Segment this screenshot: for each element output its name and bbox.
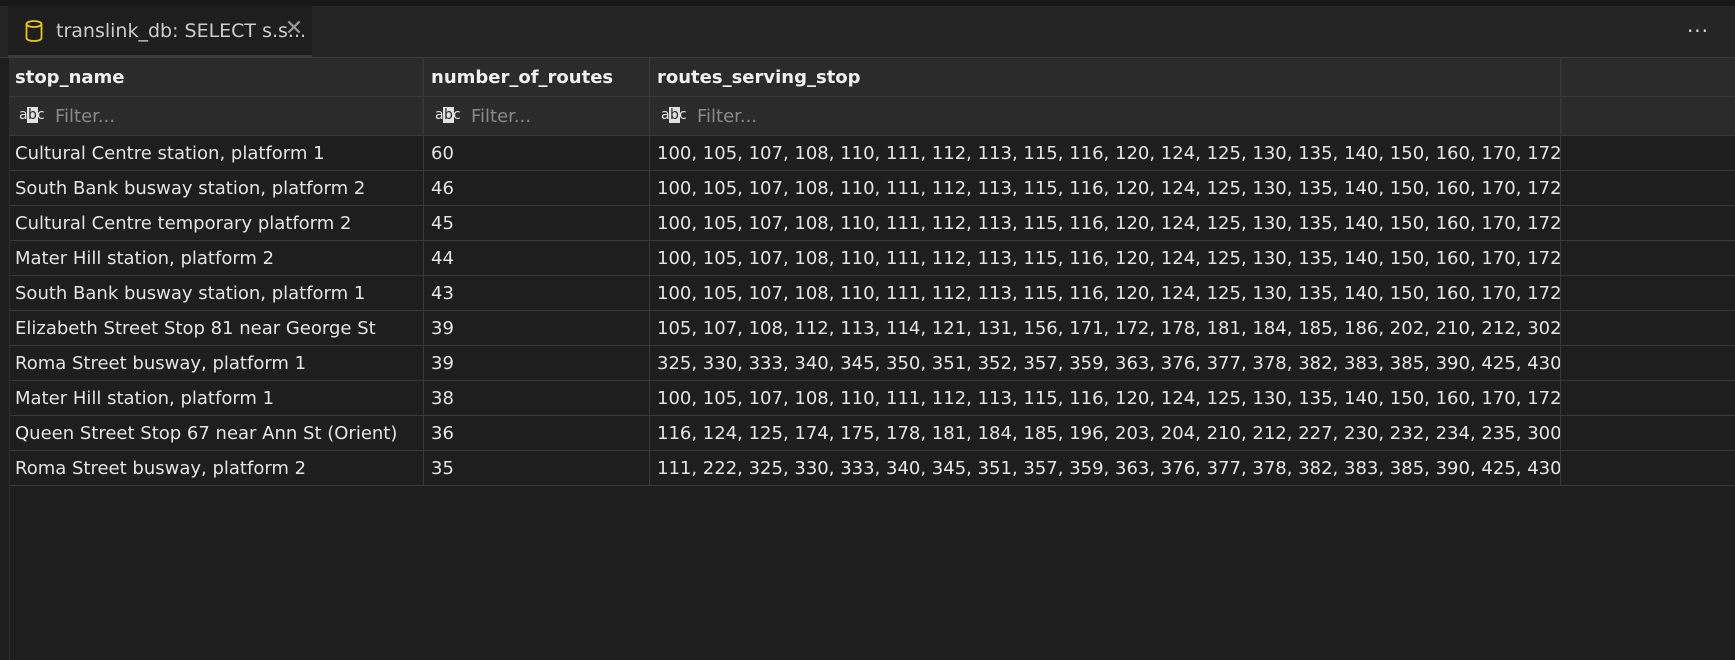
more-actions-icon[interactable]: ···: [1685, 20, 1711, 46]
cell-empty: [1561, 241, 1735, 275]
filter-cell-stop-name[interactable]: abc Filter...: [10, 97, 424, 135]
filter-cell-number-of-routes[interactable]: abc Filter...: [424, 97, 650, 135]
cell-number-of-routes[interactable]: 39: [424, 346, 650, 380]
table-row[interactable]: Roma Street busway, platform 2 35 111, 2…: [10, 451, 1735, 486]
tab-query-results[interactable]: translink_db: SELECT s.s... ✕: [8, 6, 312, 57]
filter-input-routes-serving-stop[interactable]: Filter...: [697, 106, 757, 127]
cell-number-of-routes[interactable]: 36: [424, 416, 650, 450]
cell-empty: [1561, 381, 1735, 415]
cell-empty: [1561, 311, 1735, 345]
cell-routes-serving-stop[interactable]: 111, 222, 325, 330, 333, 340, 345, 351, …: [650, 451, 1561, 485]
cell-routes-serving-stop[interactable]: 100, 105, 107, 108, 110, 111, 112, 113, …: [650, 241, 1561, 275]
cell-number-of-routes[interactable]: 45: [424, 206, 650, 240]
column-header-stop-name[interactable]: stop_name: [10, 58, 424, 96]
query-results-window: translink_db: SELECT s.s... ✕ ··· stop_n…: [0, 0, 1735, 660]
table-row[interactable]: Cultural Centre station, platform 1 60 1…: [10, 136, 1735, 171]
column-header-routes-serving-stop[interactable]: routes_serving_stop: [650, 58, 1561, 96]
cell-number-of-routes[interactable]: 60: [424, 136, 650, 170]
cell-stop-name[interactable]: Cultural Centre station, platform 1: [10, 136, 424, 170]
filter-cell-empty: [1561, 97, 1735, 135]
cell-empty: [1561, 416, 1735, 450]
filter-row: abc Filter... abc Filter... abc Filter..…: [10, 97, 1735, 136]
cell-stop-name[interactable]: Roma Street busway, platform 2: [10, 451, 424, 485]
table-row[interactable]: Mater Hill station, platform 1 38 100, 1…: [10, 381, 1735, 416]
filter-cell-routes-serving-stop[interactable]: abc Filter...: [650, 97, 1561, 135]
column-header-empty: [1561, 58, 1735, 96]
cell-stop-name[interactable]: Queen Street Stop 67 near Ann St (Orient…: [10, 416, 424, 450]
cell-routes-serving-stop[interactable]: 100, 105, 107, 108, 110, 111, 112, 113, …: [650, 136, 1561, 170]
text-type-icon: abc: [661, 107, 687, 123]
cell-routes-serving-stop[interactable]: 105, 107, 108, 112, 113, 114, 121, 131, …: [650, 311, 1561, 345]
cell-number-of-routes[interactable]: 35: [424, 451, 650, 485]
table-row[interactable]: Roma Street busway, platform 1 39 325, 3…: [10, 346, 1735, 381]
cell-routes-serving-stop[interactable]: 100, 105, 107, 108, 110, 111, 112, 113, …: [650, 276, 1561, 310]
cell-empty: [1561, 206, 1735, 240]
column-header-number-of-routes[interactable]: number_of_routes: [424, 58, 650, 96]
cell-stop-name[interactable]: Elizabeth Street Stop 81 near George St: [10, 311, 424, 345]
close-icon[interactable]: ✕: [282, 17, 306, 41]
cell-empty: [1561, 136, 1735, 170]
cell-stop-name[interactable]: South Bank busway station, platform 1: [10, 276, 424, 310]
cell-stop-name[interactable]: Roma Street busway, platform 1: [10, 346, 424, 380]
cell-stop-name[interactable]: Mater Hill station, platform 1: [10, 381, 424, 415]
cell-number-of-routes[interactable]: 39: [424, 311, 650, 345]
cell-number-of-routes[interactable]: 43: [424, 276, 650, 310]
filter-input-number-of-routes[interactable]: Filter...: [471, 106, 531, 127]
results-grid: stop_name number_of_routes routes_servin…: [10, 58, 1735, 486]
cell-empty: [1561, 276, 1735, 310]
cell-stop-name[interactable]: Mater Hill station, platform 2: [10, 241, 424, 275]
header-row: stop_name number_of_routes routes_servin…: [10, 58, 1735, 97]
table-row[interactable]: South Bank busway station, platform 2 46…: [10, 171, 1735, 206]
left-gutter: [0, 58, 10, 660]
cell-routes-serving-stop[interactable]: 100, 105, 107, 108, 110, 111, 112, 113, …: [650, 171, 1561, 205]
cell-routes-serving-stop[interactable]: 116, 124, 125, 174, 175, 178, 181, 184, …: [650, 416, 1561, 450]
text-type-icon: abc: [19, 107, 45, 123]
cell-routes-serving-stop[interactable]: 325, 330, 333, 340, 345, 350, 351, 352, …: [650, 346, 1561, 380]
cell-routes-serving-stop[interactable]: 100, 105, 107, 108, 110, 111, 112, 113, …: [650, 206, 1561, 240]
cell-empty: [1561, 171, 1735, 205]
table-row[interactable]: Cultural Centre temporary platform 2 45 …: [10, 206, 1735, 241]
cell-number-of-routes[interactable]: 38: [424, 381, 650, 415]
table-row[interactable]: South Bank busway station, platform 1 43…: [10, 276, 1735, 311]
cell-empty: [1561, 346, 1735, 380]
filter-input-stop-name[interactable]: Filter...: [55, 106, 115, 127]
cell-stop-name[interactable]: South Bank busway station, platform 2: [10, 171, 424, 205]
cell-routes-serving-stop[interactable]: 100, 105, 107, 108, 110, 111, 112, 113, …: [650, 381, 1561, 415]
text-type-icon: abc: [435, 107, 461, 123]
table-row[interactable]: Elizabeth Street Stop 81 near George St …: [10, 311, 1735, 346]
cell-number-of-routes[interactable]: 44: [424, 241, 650, 275]
tab-bar: translink_db: SELECT s.s... ✕ ···: [0, 6, 1735, 58]
table-row[interactable]: Mater Hill station, platform 2 44 100, 1…: [10, 241, 1735, 276]
table-row[interactable]: Queen Street Stop 67 near Ann St (Orient…: [10, 416, 1735, 451]
database-icon: [24, 19, 44, 43]
cell-stop-name[interactable]: Cultural Centre temporary platform 2: [10, 206, 424, 240]
cell-empty: [1561, 451, 1735, 485]
tab-title: translink_db: SELECT s.s...: [56, 20, 307, 42]
cell-number-of-routes[interactable]: 46: [424, 171, 650, 205]
